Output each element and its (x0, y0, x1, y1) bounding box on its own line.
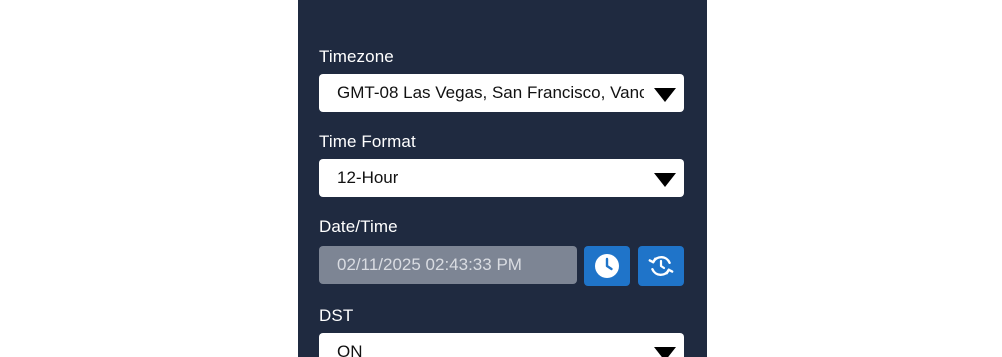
caret-down-icon (654, 88, 676, 102)
dst-label: DST (319, 306, 354, 325)
datetime-field: 02/11/2025 02:43:33 PM (319, 246, 577, 284)
timezone-label: Timezone (319, 47, 394, 66)
dst-select-value: ON (337, 342, 363, 357)
time-format-label: Time Format (319, 132, 416, 151)
timezone-select-value: GMT-08 Las Vegas, San Francisco, Vancouv… (337, 83, 644, 102)
datetime-value: 02/11/2025 02:43:33 PM (337, 255, 522, 274)
caret-down-icon (654, 173, 676, 187)
clock-button[interactable] (584, 246, 630, 286)
sync-clock-icon (648, 256, 674, 276)
time-format-select[interactable]: 12-Hour (319, 159, 684, 197)
clock-icon (595, 254, 619, 278)
time-format-select-value: 12-Hour (337, 168, 399, 187)
datetime-label: Date/Time (319, 217, 398, 236)
timezone-select[interactable]: GMT-08 Las Vegas, San Francisco, Vancouv… (319, 74, 684, 112)
sync-time-button[interactable] (638, 246, 684, 286)
dst-select[interactable]: ON (319, 333, 684, 357)
settings-panel: Timezone GMT-08 Las Vegas, San Francisco… (298, 0, 707, 357)
caret-down-icon (654, 347, 676, 357)
